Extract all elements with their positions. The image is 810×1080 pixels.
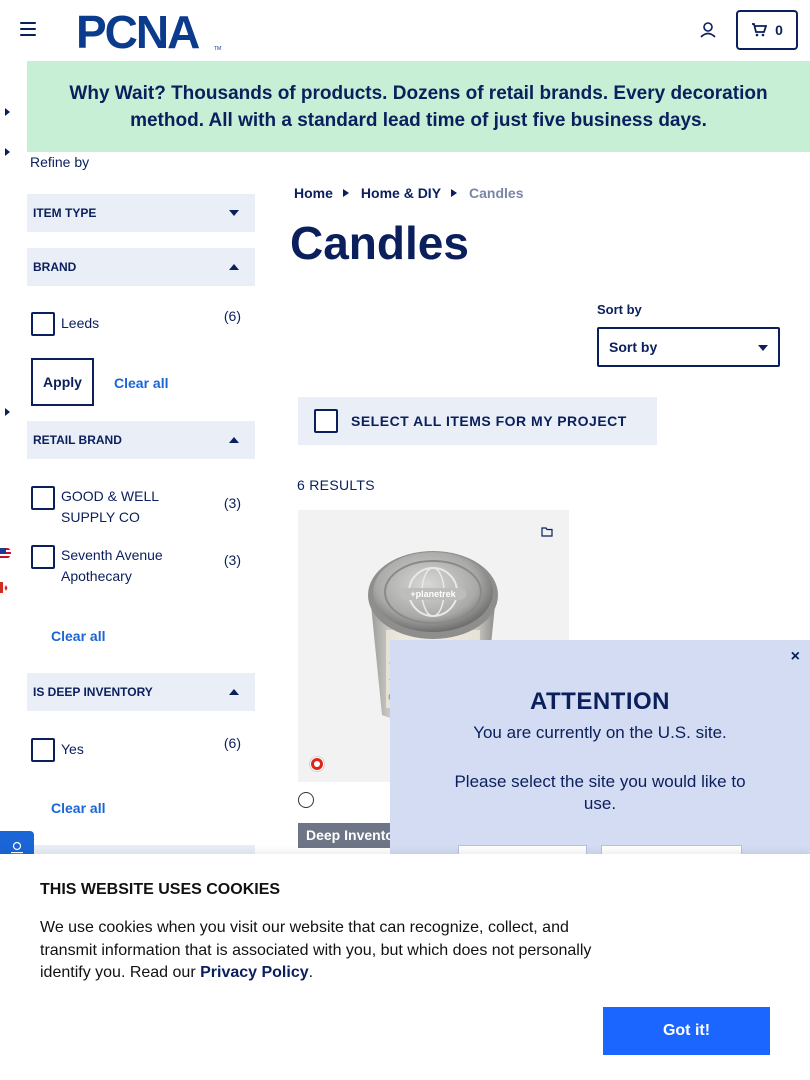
clear-all-link[interactable]: Clear all: [51, 800, 105, 816]
filter-option-label: Leeds: [61, 315, 100, 331]
select-all-checkbox[interactable]: [314, 409, 338, 433]
filter-option-good-and-well[interactable]: GOOD & WELL SUPPLY CO (3): [31, 486, 245, 528]
chevron-up-icon: [229, 437, 239, 443]
color-swatch-red[interactable]: [309, 756, 325, 772]
apply-button[interactable]: Apply: [31, 358, 94, 406]
cart-button[interactable]: 0: [736, 10, 798, 50]
cookie-text-end: .: [308, 964, 314, 981]
caret-right-icon[interactable]: [2, 407, 12, 417]
cookie-text: We use cookies when you visit our websit…: [40, 917, 610, 985]
refine-by-label: Refine by: [30, 154, 90, 170]
site-header: PCNA TM 0: [0, 0, 810, 61]
svg-text:TM: TM: [214, 46, 221, 52]
filter-title: BRAND: [33, 260, 77, 274]
filter-option-label: Seventh Avenue Apothecary: [61, 547, 163, 584]
caret-right-icon[interactable]: [2, 147, 12, 157]
filter-brand-header[interactable]: BRAND: [27, 248, 255, 286]
pcna-logo[interactable]: PCNA TM: [74, 10, 224, 52]
filter-item-type-header[interactable]: ITEM TYPE: [27, 194, 255, 232]
modal-line-1: You are currently on the U.S. site.: [473, 723, 727, 742]
chevron-up-icon: [229, 264, 239, 270]
filter-option-count: (3): [223, 552, 241, 568]
chevron-down-icon: [758, 345, 768, 351]
filter-retail-brand-header[interactable]: RETAIL BRAND: [27, 421, 255, 459]
got-it-button[interactable]: Got it!: [603, 1007, 770, 1055]
filter-deep-inventory-header[interactable]: IS DEEP INVENTORY: [27, 673, 255, 711]
filter-option-seventh-avenue[interactable]: Seventh Avenue Apothecary (3): [31, 545, 245, 587]
caret-right-icon: [451, 189, 458, 197]
sort-label: Sort by: [597, 302, 642, 317]
chevron-up-icon: [229, 689, 239, 695]
close-icon[interactable]: ×: [791, 648, 800, 666]
chevron-down-icon: [229, 210, 239, 216]
us-flag-icon[interactable]: [0, 547, 11, 559]
promo-banner: Why Wait? Thousands of products. Dozens …: [27, 61, 810, 152]
caret-right-icon: [342, 189, 349, 197]
checkbox[interactable]: [31, 312, 55, 336]
page-title: Candles: [290, 217, 469, 269]
promo-banner-text: Why Wait? Thousands of products. Dozens …: [69, 82, 768, 131]
filter-option-count: (6): [223, 735, 241, 751]
sort-select-value: Sort by: [609, 339, 658, 355]
select-all-items[interactable]: SELECT ALL ITEMS FOR MY PROJECT: [298, 397, 657, 445]
breadcrumb: Home Home & DIY Candles: [294, 185, 524, 201]
results-count: 6 RESULTS: [297, 477, 375, 493]
cart-count: 0: [775, 22, 783, 38]
breadcrumb-home-diy[interactable]: Home & DIY: [361, 185, 441, 201]
compare-radio[interactable]: [298, 792, 314, 808]
filter-option-label: GOOD & WELL SUPPLY CO: [61, 488, 159, 525]
checkbox[interactable]: [31, 486, 55, 510]
checkbox[interactable]: [31, 738, 55, 762]
hamburger-menu-icon[interactable]: [20, 22, 36, 38]
user-icon[interactable]: [698, 20, 718, 40]
canada-flag-icon[interactable]: [0, 581, 11, 593]
filter-option-count: (3): [223, 495, 241, 511]
cart-icon: [752, 23, 768, 37]
filter-title: RETAIL BRAND: [33, 433, 122, 447]
folder-icon[interactable]: [541, 526, 553, 537]
cookie-text-body: We use cookies when you visit our websit…: [40, 919, 592, 981]
checkbox[interactable]: [31, 545, 55, 569]
caret-right-icon[interactable]: [2, 107, 12, 117]
site-selection-modal: × ATTENTION You are currently on the U.S…: [390, 640, 810, 875]
cookie-banner: THIS WEBSITE USES COOKIES We use cookies…: [0, 854, 810, 1080]
breadcrumb-home[interactable]: Home: [294, 185, 333, 201]
select-all-label: SELECT ALL ITEMS FOR MY PROJECT: [351, 413, 627, 429]
filter-title: ITEM TYPE: [33, 206, 97, 220]
filter-title: IS DEEP INVENTORY: [33, 685, 153, 699]
clear-all-link[interactable]: Clear all: [114, 375, 168, 391]
filter-option-label: Yes: [61, 741, 84, 757]
filter-option-yes[interactable]: Yes (6): [31, 735, 245, 762]
logo-text: PCNA: [76, 10, 199, 52]
tin-brand-label: +planetrek: [410, 589, 456, 599]
modal-title: ATTENTION: [529, 688, 671, 715]
clear-all-link[interactable]: Clear all: [51, 628, 105, 644]
modal-line-2: Please select the site you would like to…: [454, 772, 746, 813]
cookie-title: THIS WEBSITE USES COOKIES: [40, 881, 281, 898]
filter-option-count: (6): [223, 308, 241, 324]
filter-option-leeds[interactable]: Leeds (6): [31, 308, 245, 336]
sort-select[interactable]: Sort by: [597, 327, 780, 367]
breadcrumb-current: Candles: [469, 185, 524, 201]
privacy-policy-link[interactable]: Privacy Policy: [200, 964, 309, 981]
